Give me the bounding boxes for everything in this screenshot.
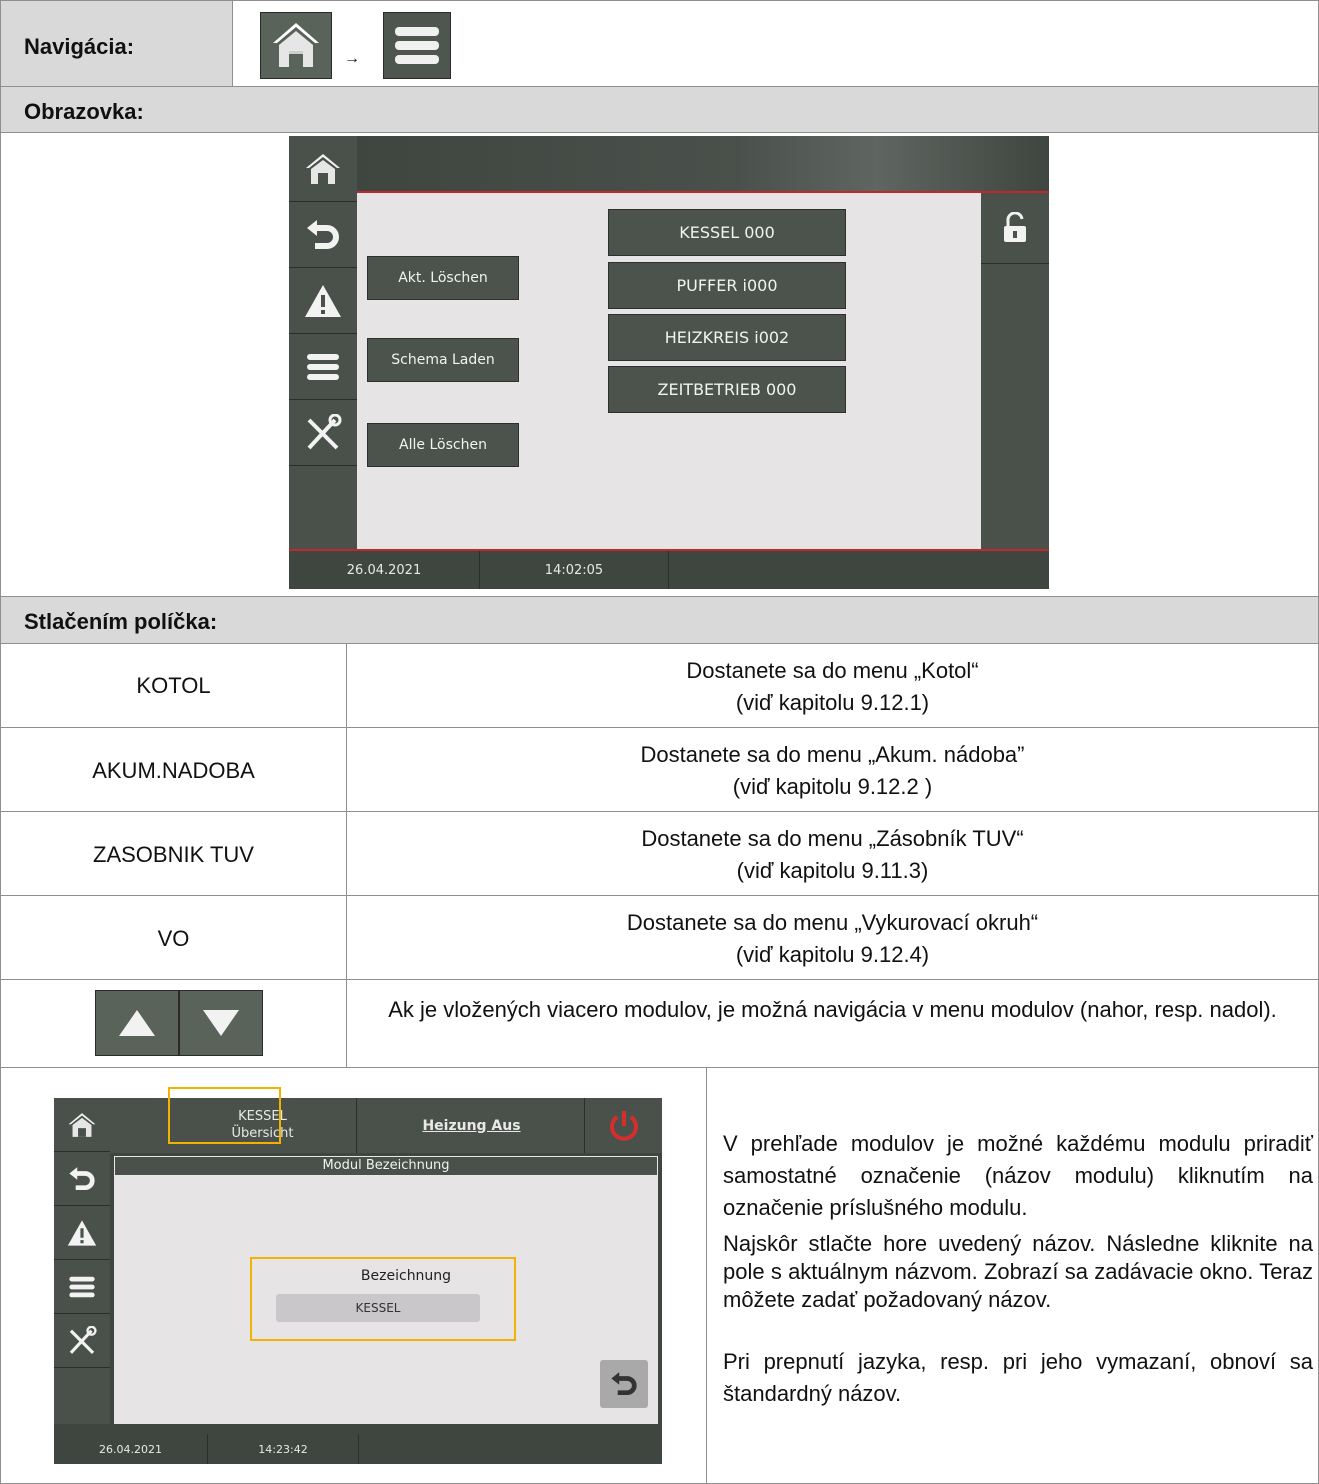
alarm-button[interactable]: [289, 268, 357, 334]
field-description: Dostanete sa do menu „Vykurovací okruh“ …: [347, 907, 1318, 971]
delete-current-button[interactable]: Akt. Löschen: [367, 256, 519, 300]
menu-button[interactable]: [289, 334, 357, 400]
explanation-paragraph: Pri prepnutí jazyka, resp. pri jeho vyma…: [723, 1349, 1313, 1406]
home-icon: [306, 153, 340, 184]
chapter-reference: (viď kapitolu 9.11.3): [736, 858, 929, 883]
module-buffer-button[interactable]: PUFFER i000: [608, 262, 846, 309]
tools-icon: [69, 1325, 97, 1354]
side-menu: [54, 1098, 110, 1424]
power-icon: [609, 1110, 638, 1141]
nav-label: Navigácia:: [24, 34, 135, 59]
arrow-up-icon: [119, 1010, 155, 1036]
menu-icon: [69, 1276, 95, 1297]
top-bar: [357, 136, 1049, 192]
status-date: 26.04.2021: [54, 1434, 208, 1464]
delete-all-button[interactable]: Alle Löschen: [367, 423, 519, 467]
chapter-reference: (viď kapitolu 9.12.2 ): [732, 774, 933, 799]
arrow-buttons: [95, 990, 263, 1056]
press-label: Stlačením políčka:: [24, 609, 218, 634]
tools-icon: [307, 413, 342, 449]
module-boiler-button[interactable]: KESSEL 000: [608, 209, 846, 256]
home-button[interactable]: [54, 1098, 110, 1152]
description-line: Dostanete sa do menu „Kotol“: [686, 658, 979, 683]
unlock-icon: [1004, 212, 1026, 242]
rule: [0, 979, 1319, 980]
status-time: 14:23:42: [208, 1434, 359, 1464]
home-icon: [68, 1112, 96, 1137]
rule: [0, 811, 1319, 812]
device-screen-modules: Akt. Löschen Schema Laden Alle Löschen K…: [289, 136, 1049, 589]
description-line: Dostanete sa do menu „Vykurovací okruh“: [626, 910, 1039, 935]
menu-icon: [307, 353, 339, 380]
arrow-right-icon: →: [344, 50, 360, 67]
menu-icon: [383, 12, 451, 79]
explanation-paragraph: V prehľade modulov je možné každému modu…: [723, 1131, 1313, 1220]
back-icon: [69, 1166, 95, 1190]
status-time: 14:02:05: [480, 551, 669, 589]
tools-button[interactable]: [54, 1314, 110, 1368]
field-description: Dostanete sa do menu „Kotol“ (viď kapito…: [347, 655, 1318, 719]
load-schema-button[interactable]: Schema Laden: [367, 338, 519, 382]
explanation: V prehľade modulov je možné každému modu…: [723, 1128, 1313, 1410]
right-bar: [981, 193, 1049, 550]
field-name: KOTOL: [136, 673, 211, 698]
back-icon: [307, 219, 339, 249]
description-line: Dostanete sa do menu „Akum. nádoba”: [640, 742, 1025, 767]
down-button[interactable]: [180, 991, 262, 1055]
home-button[interactable]: [289, 136, 357, 202]
description-line: Dostanete sa do menu „Zásobník TUV“: [641, 826, 1024, 851]
rule: [0, 895, 1319, 896]
screen-label-cell: [1, 87, 1318, 132]
home-icon: [260, 12, 332, 79]
rule: [706, 1067, 707, 1484]
back-button[interactable]: [54, 1152, 110, 1206]
dialog-title: Modul Bezeichnung: [114, 1156, 658, 1176]
back-button[interactable]: [289, 202, 357, 268]
lock-button[interactable]: [981, 193, 1049, 264]
module-heating-circuit-button[interactable]: HEIZKREIS i002: [608, 314, 846, 361]
rule: [0, 727, 1319, 728]
alarm-button[interactable]: [54, 1206, 110, 1260]
side-menu: [289, 136, 357, 550]
up-button[interactable]: [96, 991, 180, 1055]
chapter-reference: (viď kapitolu 9.12.1): [735, 690, 930, 715]
back-icon: [611, 1372, 637, 1396]
field-name: VO: [157, 926, 190, 951]
arrow-down-icon: [203, 1010, 239, 1036]
menu-button[interactable]: [54, 1260, 110, 1314]
warning-icon: [305, 284, 341, 317]
arrows-description: Ak je vložených viacero modulov, je možn…: [388, 997, 1277, 1022]
tools-button[interactable]: [289, 400, 357, 466]
heating-status-button[interactable]: Heizung Aus: [359, 1098, 585, 1153]
power-button[interactable]: [585, 1098, 662, 1153]
chapter-reference: (viď kapitolu 9.12.4): [735, 942, 930, 967]
rule: [0, 643, 1319, 644]
module-time-mode-button[interactable]: ZEITBETRIEB 000: [608, 366, 846, 413]
highlight-box: [250, 1257, 516, 1341]
rule: [0, 0, 1, 1484]
field-name: ZASOBNIK TUV: [93, 842, 254, 867]
dialog-back-button[interactable]: [600, 1360, 648, 1408]
field-name: AKUM.NADOBA: [92, 758, 255, 783]
status-date: 26.04.2021: [289, 551, 480, 589]
field-description: Dostanete sa do menu „Zásobník TUV“ (viď…: [347, 823, 1318, 887]
screen-label: Obrazovka:: [24, 99, 144, 124]
warning-icon: [67, 1219, 97, 1246]
field-description: Dostanete sa do menu „Akum. nádoba” (viď…: [347, 739, 1318, 803]
rule: [232, 0, 233, 87]
rule: [0, 132, 1319, 133]
highlight-box: [168, 1087, 281, 1144]
rule: [0, 1067, 1319, 1068]
explanation-paragraph: Najskôr stlačte hore uvedený názov. Násl…: [723, 1231, 1313, 1312]
